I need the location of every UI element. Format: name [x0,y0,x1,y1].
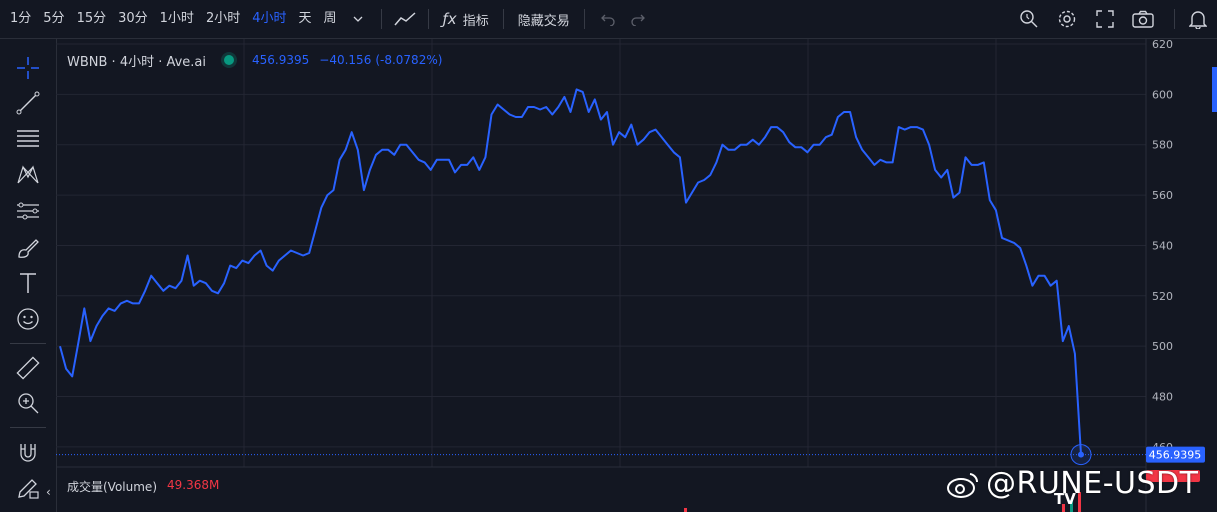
side-scrollbar[interactable] [1212,67,1217,112]
svg-text:456.9395: 456.9395 [1149,449,1202,462]
timeframe-button[interactable]: 2小时 [200,0,246,38]
hide-trading-label: 隐藏交易 [517,13,570,29]
toolbar-divider [380,9,382,29]
price-tick-label: 500 [1152,340,1173,353]
toolbar-divider [1174,9,1175,29]
timeframe-button[interactable]: 周 [318,0,343,38]
watermark-text: @RUNE-USDT [986,466,1199,501]
volume-value: 49.368M [167,478,220,492]
price-axis-ticks: 460480500520540560580600620 [1152,39,1173,454]
volume-bar [684,508,687,512]
timeframe-button[interactable]: 4小时 [246,0,292,38]
price-tick-label: 520 [1152,290,1173,303]
line-chart-icon[interactable] [390,4,420,34]
timeframe-button[interactable]: 天 [293,0,318,38]
price-tag: 456.9395 [1146,446,1205,463]
toolbar-divider [583,9,585,29]
gear-icon[interactable] [1052,4,1082,34]
watermark: @RUNE-USDT [946,466,1198,501]
legend-change: −40.156 [319,53,372,67]
right-tools [1014,0,1217,38]
toolbar-divider [427,9,429,29]
camera-icon[interactable] [1128,4,1158,34]
toolbar-divider [502,9,504,29]
price-tick-label: 600 [1152,88,1173,101]
volume-label: 成交量(Volume) [67,480,157,494]
series-legend: WBNB · 4小时 · Ave.ai 456.9395 −40.156 (-8… [67,51,443,70]
grid-lines [56,39,1146,467]
indicators-button[interactable]: ƒx 指标 [437,10,495,29]
price-series-line [59,88,1082,455]
price-tick-label: 620 [1152,39,1173,51]
price-tick-label: 480 [1152,391,1173,404]
legend-price: 456.9395 [252,53,310,67]
indicators-label: 指标 [462,13,489,29]
timeframe-button[interactable]: 1分 [4,0,37,38]
timeframe-button[interactable]: 15分 [71,0,113,38]
price-tick-label: 560 [1152,189,1173,202]
fullscreen-icon[interactable] [1090,4,1120,34]
redo-icon[interactable] [623,4,653,34]
timeframe-group: 1分 5分 15分 30分 1小时 2小时 4小时天周 [0,0,343,38]
bell-icon[interactable] [1183,4,1213,34]
chevron-down-icon[interactable] [343,4,373,34]
legend-change-pct: (-8.0782%) [375,53,443,67]
symbol-label[interactable]: WBNB · 4小时 · Ave.ai [67,51,206,70]
last-point-marker [1078,451,1084,458]
price-tick-label: 580 [1152,139,1173,152]
fx-icon: ƒx [442,10,457,28]
price-chart[interactable]: 460480500520540560580600620 456.9395 TV [0,39,1217,512]
hide-trading-button[interactable]: 隐藏交易 [512,10,576,29]
timeframe-button[interactable]: 5分 [37,0,70,38]
timeframe-button[interactable]: 30分 [112,0,154,38]
search-zoom-icon[interactable] [1014,4,1044,34]
timeframe-button[interactable]: 1小时 [154,0,200,38]
weibo-logo-icon [947,472,979,498]
volume-legend: 成交量(Volume) 49.368M [67,478,219,495]
price-tick-label: 540 [1152,239,1173,252]
undo-icon[interactable] [593,4,623,34]
market-status-dot [224,55,235,65]
top-toolbar: 1分 5分 15分 30分 1小时 2小时 4小时天周 ƒx 指标 隐藏交易 [0,0,1217,39]
